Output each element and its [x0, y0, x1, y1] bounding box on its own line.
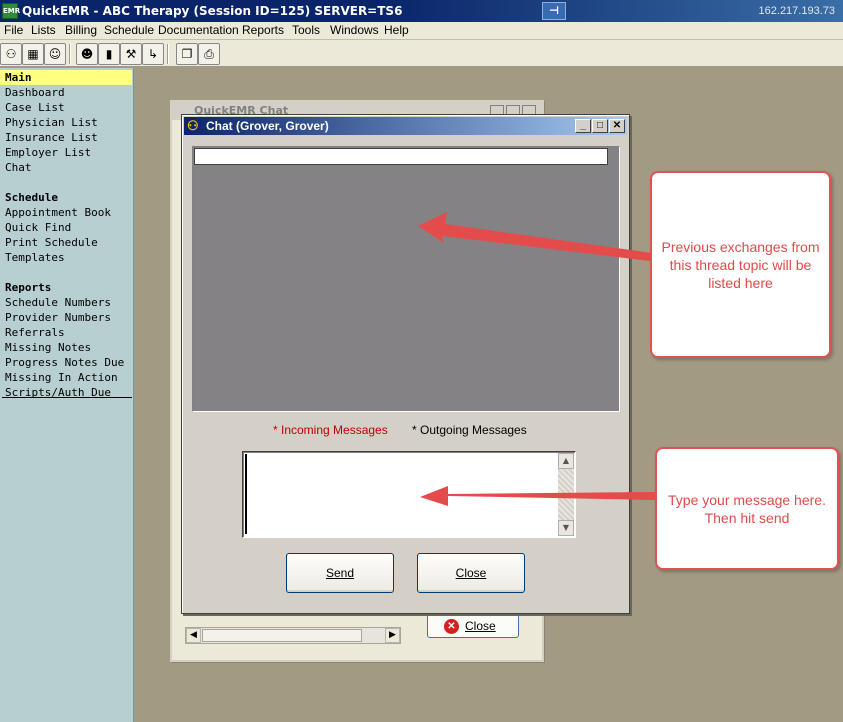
sidebar-item-progress-notes-due[interactable]: Progress Notes Due — [0, 355, 132, 370]
server-ip: 162.217.193.73 — [758, 5, 835, 17]
message-history-panel[interactable] — [192, 146, 620, 412]
menu-billing[interactable]: Billing — [65, 23, 97, 37]
toolbar-separator — [69, 44, 71, 64]
sidebar-item-referrals[interactable]: Referrals — [0, 325, 132, 340]
toolbar: ⚇ ▦ ☺ ☻ ▮ ⚒ ↳ ❐ ⎙ — [0, 40, 843, 67]
send-button[interactable]: Send — [286, 553, 394, 593]
sidebar-item-missing-notes[interactable]: Missing Notes — [0, 340, 132, 355]
callout-history: Previous exchanges from this thread topi… — [650, 171, 831, 358]
message-input-container[interactable]: ▲ ▼ — [242, 451, 576, 538]
sidebar-divider — [2, 397, 132, 398]
menu-bar: File Lists Billing Schedule Documentatio… — [0, 22, 843, 40]
background-close-button[interactable]: ✕ Close — [427, 614, 519, 638]
sidebar-header-main[interactable]: Main — [0, 70, 132, 85]
topic-input[interactable] — [194, 148, 608, 165]
scroll-down-icon[interactable]: ▼ — [558, 520, 574, 536]
scroll-thumb[interactable] — [202, 629, 362, 642]
message-input[interactable] — [245, 454, 557, 534]
sidebar-item-quick-find[interactable]: Quick Find — [0, 220, 132, 235]
scroll-up-icon[interactable]: ▲ — [558, 453, 574, 469]
chart-icon[interactable]: ▮ — [98, 43, 120, 65]
callout-message: Type your message here. Then hit send — [655, 447, 839, 570]
sidebar-nav: Main Dashboard Case List Physician List … — [0, 68, 134, 722]
sidebar-header-reports: Reports — [5, 281, 52, 294]
sidebar-item-print-schedule[interactable]: Print Schedule — [0, 235, 132, 250]
legend-outgoing: * Outgoing Messages — [412, 423, 527, 437]
close-icon[interactable]: ✕ — [609, 119, 625, 133]
users-icon[interactable]: ⚇ — [0, 43, 22, 65]
sidebar-item-templates[interactable]: Templates — [0, 250, 132, 265]
menu-schedule[interactable]: Schedule — [104, 23, 154, 37]
app-logo-icon: EMR — [2, 3, 20, 19]
add-user-icon[interactable]: ☺ — [44, 43, 66, 65]
send-label: Send — [325, 566, 355, 580]
vertical-scrollbar[interactable]: ▲ ▼ — [558, 453, 574, 536]
sidebar-item-dashboard[interactable]: Dashboard — [0, 85, 132, 100]
sidebar-item-appointment-book[interactable]: Appointment Book — [0, 205, 132, 220]
users-icon: ⚇ — [187, 118, 199, 133]
chat-titlebar: ⚇ Chat (Grover, Grover) _ □ ✕ — [184, 117, 627, 135]
sidebar-item-case-list[interactable]: Case List — [0, 100, 132, 115]
calendar-icon[interactable]: ▦ — [22, 43, 44, 65]
background-close-label: Close — [465, 619, 496, 633]
pin-icon[interactable]: ⊣ — [542, 2, 566, 20]
sidebar-item-provider-numbers[interactable]: Provider Numbers — [0, 310, 132, 325]
print-icon[interactable]: ⎙ — [198, 43, 220, 65]
menu-help[interactable]: Help — [384, 23, 409, 37]
close-label: Close — [455, 566, 487, 580]
scroll-right-icon[interactable]: ▶ — [385, 628, 400, 643]
menu-lists[interactable]: Lists — [31, 23, 56, 37]
menu-tools[interactable]: Tools — [292, 23, 320, 37]
hammer-icon[interactable]: ⚒ — [120, 43, 142, 65]
sidebar-item-chat[interactable]: Chat — [0, 160, 132, 175]
export-icon[interactable]: ↳ — [142, 43, 164, 65]
sidebar-item-missing-in-action[interactable]: Missing In Action — [0, 370, 132, 385]
minimize-icon[interactable]: _ — [575, 119, 591, 133]
menu-reports[interactable]: Reports — [242, 23, 284, 37]
person-icon[interactable]: ☻ — [76, 43, 98, 65]
maximize-icon[interactable]: □ — [592, 119, 608, 133]
chat-title: Chat (Grover, Grover) — [206, 119, 329, 133]
scroll-left-icon[interactable]: ◀ — [186, 628, 201, 643]
toolbar-separator — [167, 44, 169, 64]
sidebar-item-employer-list[interactable]: Employer List — [0, 145, 132, 160]
horizontal-scrollbar[interactable]: ◀ ▶ — [185, 627, 401, 644]
sidebar-item-insurance-list[interactable]: Insurance List — [0, 130, 132, 145]
sidebar-item-schedule-numbers[interactable]: Schedule Numbers — [0, 295, 132, 310]
copy-icon[interactable]: ❐ — [176, 43, 198, 65]
menu-documentation[interactable]: Documentation — [158, 23, 239, 37]
sidebar-header-schedule: Schedule — [5, 191, 58, 204]
sidebar-item-physician-list[interactable]: Physician List — [0, 115, 132, 130]
app-titlebar: EMR QuickEMR - ABC Therapy (Session ID=1… — [0, 0, 843, 22]
app-title: QuickEMR - ABC Therapy (Session ID=125) … — [22, 4, 403, 18]
chat-window: ⚇ Chat (Grover, Grover) _ □ ✕ * Incoming… — [181, 114, 630, 614]
menu-file[interactable]: File — [4, 23, 23, 37]
close-button[interactable]: Close — [417, 553, 525, 593]
menu-windows[interactable]: Windows — [330, 23, 379, 37]
legend-incoming: * Incoming Messages — [273, 423, 388, 437]
close-circle-icon: ✕ — [444, 619, 459, 634]
